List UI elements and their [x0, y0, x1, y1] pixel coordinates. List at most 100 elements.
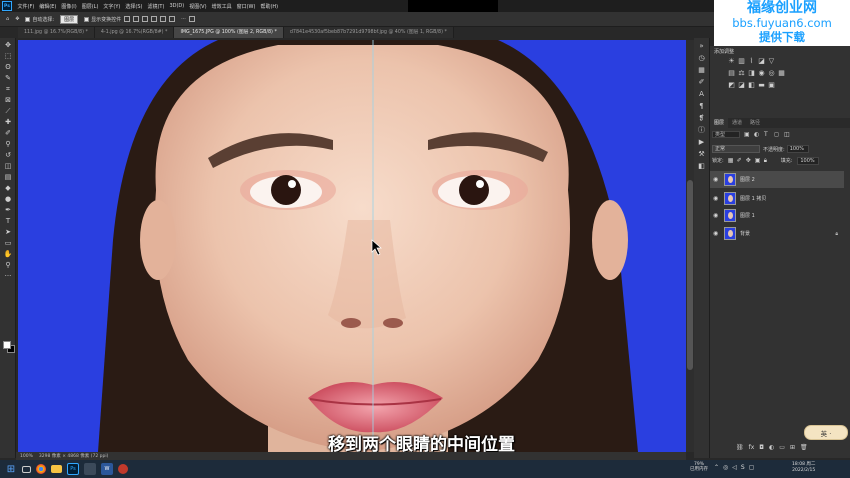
align-bottom-icon[interactable]: [169, 16, 176, 22]
properties-panel-icon[interactable]: ▦: [698, 66, 706, 74]
clone-stamp-tool-icon[interactable]: ⚲: [3, 140, 13, 148]
hand-tool-icon[interactable]: ✋: [3, 250, 13, 258]
visibility-eye-icon[interactable]: ◉: [713, 212, 721, 219]
rectangle-tool-icon[interactable]: ▭: [3, 239, 13, 247]
layer-row-background[interactable]: ◉ 背景 🔒︎: [710, 225, 844, 242]
menu-file[interactable]: 文件(F): [15, 3, 37, 10]
foreground-color-swatch[interactable]: [3, 341, 11, 349]
windows-start-icon[interactable]: ⊞: [5, 463, 17, 475]
paragraph-panel-icon[interactable]: ¶: [698, 102, 706, 110]
tab-paths[interactable]: 路径: [746, 118, 764, 128]
black-white-icon[interactable]: ◨: [748, 70, 755, 77]
marquee-tool-icon[interactable]: ⬚: [3, 52, 13, 60]
pixel-filter-icon[interactable]: ▣: [744, 131, 750, 138]
photo-filter-icon[interactable]: ◉: [758, 70, 765, 77]
opacity-input[interactable]: 100%: [786, 145, 809, 153]
scrollbar-thumb[interactable]: [687, 180, 693, 370]
tab-document-4[interactable]: d7841e4530af5beb87b7291d9798bf.jpg @ 40%…: [283, 27, 454, 38]
canvas[interactable]: [18, 40, 686, 452]
menu-3d[interactable]: 3D(D): [167, 3, 187, 9]
align-top-icon[interactable]: [151, 16, 158, 22]
posterize-icon[interactable]: ◪: [738, 82, 745, 89]
menu-select[interactable]: 选择(S): [123, 3, 145, 10]
network-icon[interactable]: ◎: [723, 464, 728, 471]
lock-paint-icon[interactable]: ✐: [737, 158, 743, 164]
dodge-tool-icon[interactable]: ●: [3, 195, 13, 203]
layer-kind-filter[interactable]: 类型: [712, 131, 740, 138]
menu-window[interactable]: 窗口(W): [234, 3, 258, 10]
task-view-icon[interactable]: [22, 465, 31, 473]
canvas-scrollbar[interactable]: [686, 40, 694, 452]
levels-icon[interactable]: ▥: [738, 58, 745, 65]
brightness-icon[interactable]: ☀: [728, 58, 735, 65]
lock-artboard-icon[interactable]: ▣: [755, 158, 761, 164]
document-info[interactable]: 3298 像素 × 4868 像素 (72 ppi): [39, 453, 108, 459]
memory-indicator[interactable]: 79% 已用内存: [690, 462, 708, 472]
link-layers-icon[interactable]: ⛓: [736, 444, 744, 451]
menu-type[interactable]: 文字(Y): [101, 3, 123, 10]
fill-input[interactable]: 100%: [797, 157, 820, 165]
notification-icon[interactable]: ▢: [749, 464, 755, 471]
character-panel-icon[interactable]: A: [698, 90, 706, 98]
gradient-map-icon[interactable]: ▬: [758, 82, 765, 89]
align-right-icon[interactable]: [142, 16, 149, 22]
eyedropper-tool-icon[interactable]: ⟋: [3, 107, 13, 115]
more-tools-icon[interactable]: ···: [3, 272, 13, 280]
auto-select-dropdown[interactable]: 图层: [60, 14, 79, 24]
lasso-tool-icon[interactable]: ʘ: [3, 63, 13, 71]
pen-tool-icon[interactable]: ✒: [3, 206, 13, 214]
layer-style-icon[interactable]: fx: [749, 444, 755, 451]
layer-row[interactable]: ◉ 图层 1 拷贝: [710, 190, 844, 207]
history-brush-tool-icon[interactable]: ↺: [3, 151, 13, 159]
exposure-icon[interactable]: ◪: [758, 58, 765, 65]
healing-brush-tool-icon[interactable]: ✚: [3, 118, 13, 126]
crop-tool-icon[interactable]: ⌗: [3, 85, 13, 93]
menu-filter[interactable]: 滤镜(T): [145, 3, 167, 10]
color-balance-icon[interactable]: ⚖: [738, 70, 745, 77]
info-panel-icon[interactable]: ⓘ: [698, 126, 706, 134]
photoshop-taskbar-icon[interactable]: Ps: [67, 463, 79, 475]
eraser-tool-icon[interactable]: ◫: [3, 162, 13, 170]
layer-row[interactable]: ◉ 图层 1: [710, 207, 844, 224]
layer-row-selected[interactable]: ◉ 图层 2: [710, 171, 844, 188]
align-left-icon[interactable]: [124, 16, 131, 22]
expand-panels-icon[interactable]: »: [698, 42, 706, 50]
smart-object-filter-icon[interactable]: ◫: [784, 131, 790, 138]
move-tool-icon[interactable]: ✥: [15, 16, 19, 22]
menu-plugins[interactable]: 增效工具: [209, 3, 234, 10]
brush-panel-icon[interactable]: ✐: [698, 78, 706, 86]
type-filter-icon[interactable]: T: [764, 131, 770, 138]
taskbar-clock[interactable]: 18:08 周二 2022/2/15: [792, 462, 815, 474]
photoshop-logo-icon[interactable]: Ps: [2, 1, 12, 11]
lock-move-icon[interactable]: ✥: [746, 158, 752, 164]
tab-document-2[interactable]: 4-1.jpg @ 16.7%(RGB/8#) *: [94, 27, 175, 38]
new-layer-icon[interactable]: ⊞: [790, 444, 795, 451]
history-panel-icon[interactable]: ◷: [698, 54, 706, 62]
tab-document-active[interactable]: IMG_1675.JPG @ 100% (图层 2, RGB/8) *: [174, 27, 284, 38]
adjustment-filter-icon[interactable]: ◐: [754, 131, 760, 138]
quick-select-tool-icon[interactable]: ✎: [3, 74, 13, 82]
volume-icon[interactable]: ◁: [732, 464, 737, 471]
channel-mixer-icon[interactable]: ◎: [768, 70, 775, 77]
new-adjustment-icon[interactable]: ◐: [769, 444, 774, 451]
tab-layers[interactable]: 图层: [710, 118, 729, 128]
app-icon[interactable]: [84, 463, 96, 475]
invert-icon[interactable]: ◩: [728, 82, 735, 89]
layers-panel-icon[interactable]: ◧: [698, 162, 706, 170]
menu-view[interactable]: 视图(V): [187, 3, 209, 10]
menu-edit[interactable]: 编辑(E): [37, 3, 59, 10]
blend-mode-dropdown[interactable]: 正常: [712, 145, 760, 153]
vibrance-icon[interactable]: ▽: [768, 58, 775, 65]
color-lookup-icon[interactable]: ▦: [778, 70, 785, 77]
chevron-up-icon[interactable]: ⌃: [714, 464, 719, 471]
threshold-icon[interactable]: ◧: [748, 82, 755, 89]
new-group-icon[interactable]: ▭: [779, 444, 785, 451]
lock-pixels-icon[interactable]: ▦: [728, 158, 734, 164]
curves-icon[interactable]: ⌇: [748, 58, 755, 65]
tool-presets-icon[interactable]: ⚒: [698, 150, 706, 158]
more-options-icon[interactable]: ···: [181, 16, 186, 22]
shape-filter-icon[interactable]: ◻: [774, 131, 780, 138]
home-icon[interactable]: ⌂: [6, 16, 9, 22]
tab-document-1[interactable]: 111.jpg @ 16.7%(RGB/8) *: [18, 27, 95, 38]
path-select-tool-icon[interactable]: ➤: [3, 228, 13, 236]
